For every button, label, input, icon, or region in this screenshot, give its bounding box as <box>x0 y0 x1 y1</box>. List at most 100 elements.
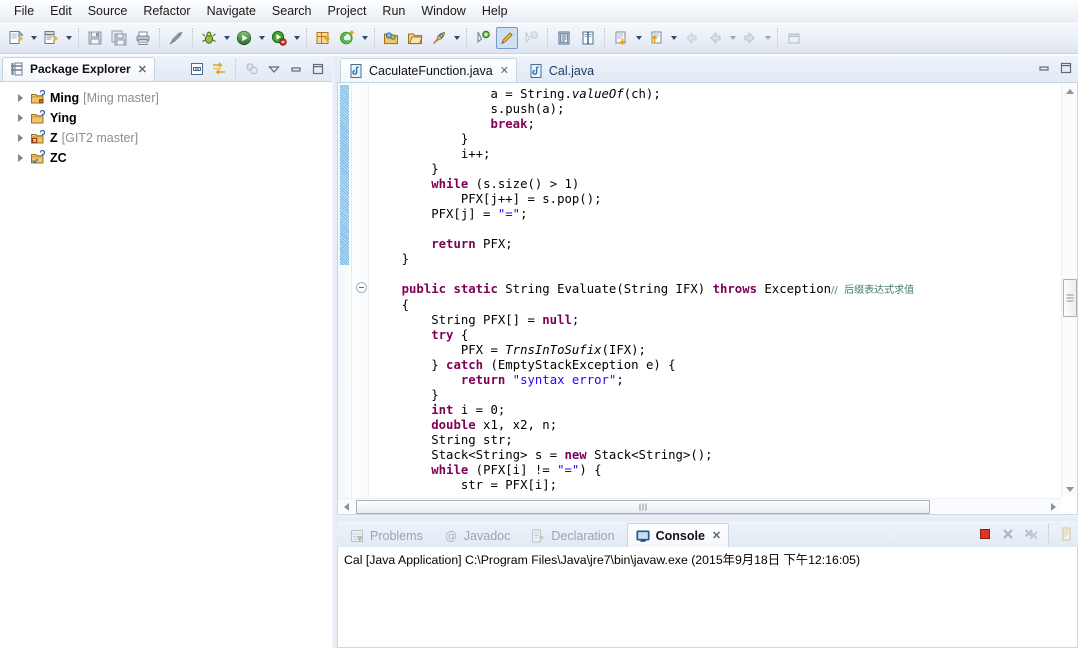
scroll-down-arrow-icon[interactable] <box>1062 481 1078 497</box>
scroll-left-arrow-icon[interactable] <box>338 499 354 515</box>
menu-item-navigate[interactable]: Navigate <box>199 2 264 20</box>
expand-arrow-icon[interactable] <box>14 152 26 164</box>
run-external-tools-icon[interactable] <box>268 27 290 49</box>
debug-icon[interactable] <box>198 27 220 49</box>
forward-dropdown-arrow[interactable] <box>762 27 773 49</box>
console-view: Problems @ Javadoc Declaration Console ✕… <box>337 521 1078 648</box>
search-icon[interactable] <box>428 27 450 49</box>
menu-item-source[interactable]: Source <box>80 2 136 20</box>
tab-declaration[interactable]: Declaration <box>522 523 622 547</box>
tab-console[interactable]: Console ✕ <box>626 523 730 547</box>
new-annotation-dropdown-arrow[interactable] <box>359 27 370 49</box>
menu-item-project[interactable]: Project <box>320 2 375 20</box>
back-dropdown-arrow[interactable] <box>727 27 738 49</box>
remove-all-terminated-icon[interactable] <box>1021 524 1041 544</box>
menu-item-search[interactable]: Search <box>264 2 320 20</box>
minimize-icon[interactable] <box>286 59 306 79</box>
annotation-ruler[interactable] <box>338 83 352 514</box>
maximize-icon[interactable] <box>1058 60 1074 76</box>
tab-package-explorer[interactable]: Package Explorer ✕ <box>2 56 155 81</box>
forward-icon[interactable] <box>739 27 761 49</box>
tree-item-zc[interactable]: ZC <box>0 148 332 168</box>
new-java-class-icon[interactable] <box>40 27 62 49</box>
code-line: while (s.size() > 1) <box>372 177 1057 192</box>
scroll-right-arrow-icon[interactable] <box>1045 499 1061 515</box>
tab-problems[interactable]: Problems <box>341 523 431 547</box>
pencil-icon[interactable] <box>496 26 518 49</box>
run-dropdown-arrow[interactable] <box>256 27 267 49</box>
new-annotation-icon[interactable] <box>336 27 358 49</box>
back-history-icon[interactable] <box>704 27 726 49</box>
new-wizard-icon[interactable] <box>5 27 27 49</box>
expand-arrow-icon[interactable] <box>14 112 26 124</box>
source-code[interactable]: a = String.valueOf(ch); s.push(a); break… <box>372 87 1057 494</box>
open-perspective-icon[interactable] <box>645 27 667 49</box>
tab-javadoc[interactable]: @ Javadoc <box>435 523 519 547</box>
code-line: PFX = TrnsInToSufix(IFX); <box>372 343 1057 358</box>
console-tab-row: Problems @ Javadoc Declaration Console ✕ <box>337 521 1078 547</box>
code-token: null <box>542 313 572 327</box>
new-java-project-icon[interactable] <box>312 27 334 49</box>
open-type-icon[interactable] <box>380 27 402 49</box>
editor-window-buttons <box>1036 60 1074 76</box>
menu-item-refactor[interactable]: Refactor <box>135 2 198 20</box>
expand-arrow-icon[interactable] <box>14 92 26 104</box>
menu-item-help[interactable]: Help <box>474 2 516 20</box>
step-icon[interactable] <box>610 27 632 49</box>
restore-icon[interactable] <box>577 27 599 49</box>
new-window-icon[interactable] <box>783 27 805 49</box>
expand-arrow-icon[interactable] <box>14 132 26 144</box>
menu-item-edit[interactable]: Edit <box>42 2 80 20</box>
minimize-icon[interactable] <box>1036 60 1052 76</box>
view-menu-icon[interactable] <box>264 59 284 79</box>
save-all-icon[interactable] <box>108 27 130 49</box>
toggle-mark-occurrences-icon[interactable] <box>165 27 187 49</box>
collapse-all-icon[interactable] <box>187 59 207 79</box>
print-icon[interactable] <box>132 27 154 49</box>
search-dropdown-arrow[interactable] <box>451 27 462 49</box>
open-task-icon[interactable] <box>404 27 426 49</box>
menu-item-run[interactable]: Run <box>374 2 413 20</box>
menu-item-file[interactable]: File <box>6 2 42 20</box>
menu-item-window[interactable]: Window <box>413 2 473 20</box>
maximize-icon[interactable] <box>308 59 328 79</box>
code-token: Stack<String> s = <box>372 448 565 462</box>
folding-ruler[interactable] <box>353 83 369 514</box>
debug-dropdown-arrow[interactable] <box>221 27 232 49</box>
console-output[interactable]: Cal [Java Application] C:\Program Files\… <box>337 547 1078 648</box>
save-icon[interactable] <box>84 27 106 49</box>
console-view-menu-icon[interactable] <box>1056 524 1076 544</box>
external-tools-dropdown-arrow[interactable] <box>291 27 302 49</box>
last-edit-location-icon[interactable] <box>553 27 575 49</box>
tree-item-ming[interactable]: Ming [Ming master] <box>0 88 332 108</box>
code-token: PFX = <box>372 343 506 357</box>
scroll-up-arrow-icon[interactable] <box>1062 83 1078 99</box>
next-annotation-icon[interactable] <box>472 27 494 49</box>
horizontal-scroll-thumb[interactable] <box>356 500 930 514</box>
tree-item-ying[interactable]: Ying <box>0 108 332 128</box>
close-icon[interactable]: ✕ <box>500 64 509 77</box>
step-dropdown-arrow[interactable] <box>633 27 644 49</box>
close-icon[interactable]: ✕ <box>138 63 147 76</box>
tab-caculatefunction-java[interactable]: CaculateFunction.java ✕ <box>340 58 517 82</box>
remove-launch-icon[interactable] <box>998 524 1018 544</box>
vertical-scroll-thumb[interactable] <box>1063 279 1077 317</box>
new-java-class-dropdown-arrow[interactable] <box>63 27 74 49</box>
tree-item-z[interactable]: Z [GIT2 master] <box>0 128 332 148</box>
run-icon[interactable] <box>233 27 255 49</box>
previous-annotation-icon[interactable] <box>520 27 542 49</box>
editor-vertical-scrollbar[interactable] <box>1061 83 1077 497</box>
close-icon[interactable]: ✕ <box>712 529 721 542</box>
editor-horizontal-scrollbar[interactable] <box>338 498 1061 514</box>
perspective-dropdown-arrow[interactable] <box>668 27 679 49</box>
view-menu-filter-icon[interactable] <box>242 59 262 79</box>
collapse-method-icon[interactable] <box>356 282 367 293</box>
back-icon[interactable] <box>680 27 702 49</box>
terminate-icon[interactable] <box>975 524 995 544</box>
link-with-editor-icon[interactable] <box>209 59 229 79</box>
tab-cal-java[interactable]: Cal.java <box>520 58 602 82</box>
new-wizard-dropdown-arrow[interactable] <box>28 27 39 49</box>
